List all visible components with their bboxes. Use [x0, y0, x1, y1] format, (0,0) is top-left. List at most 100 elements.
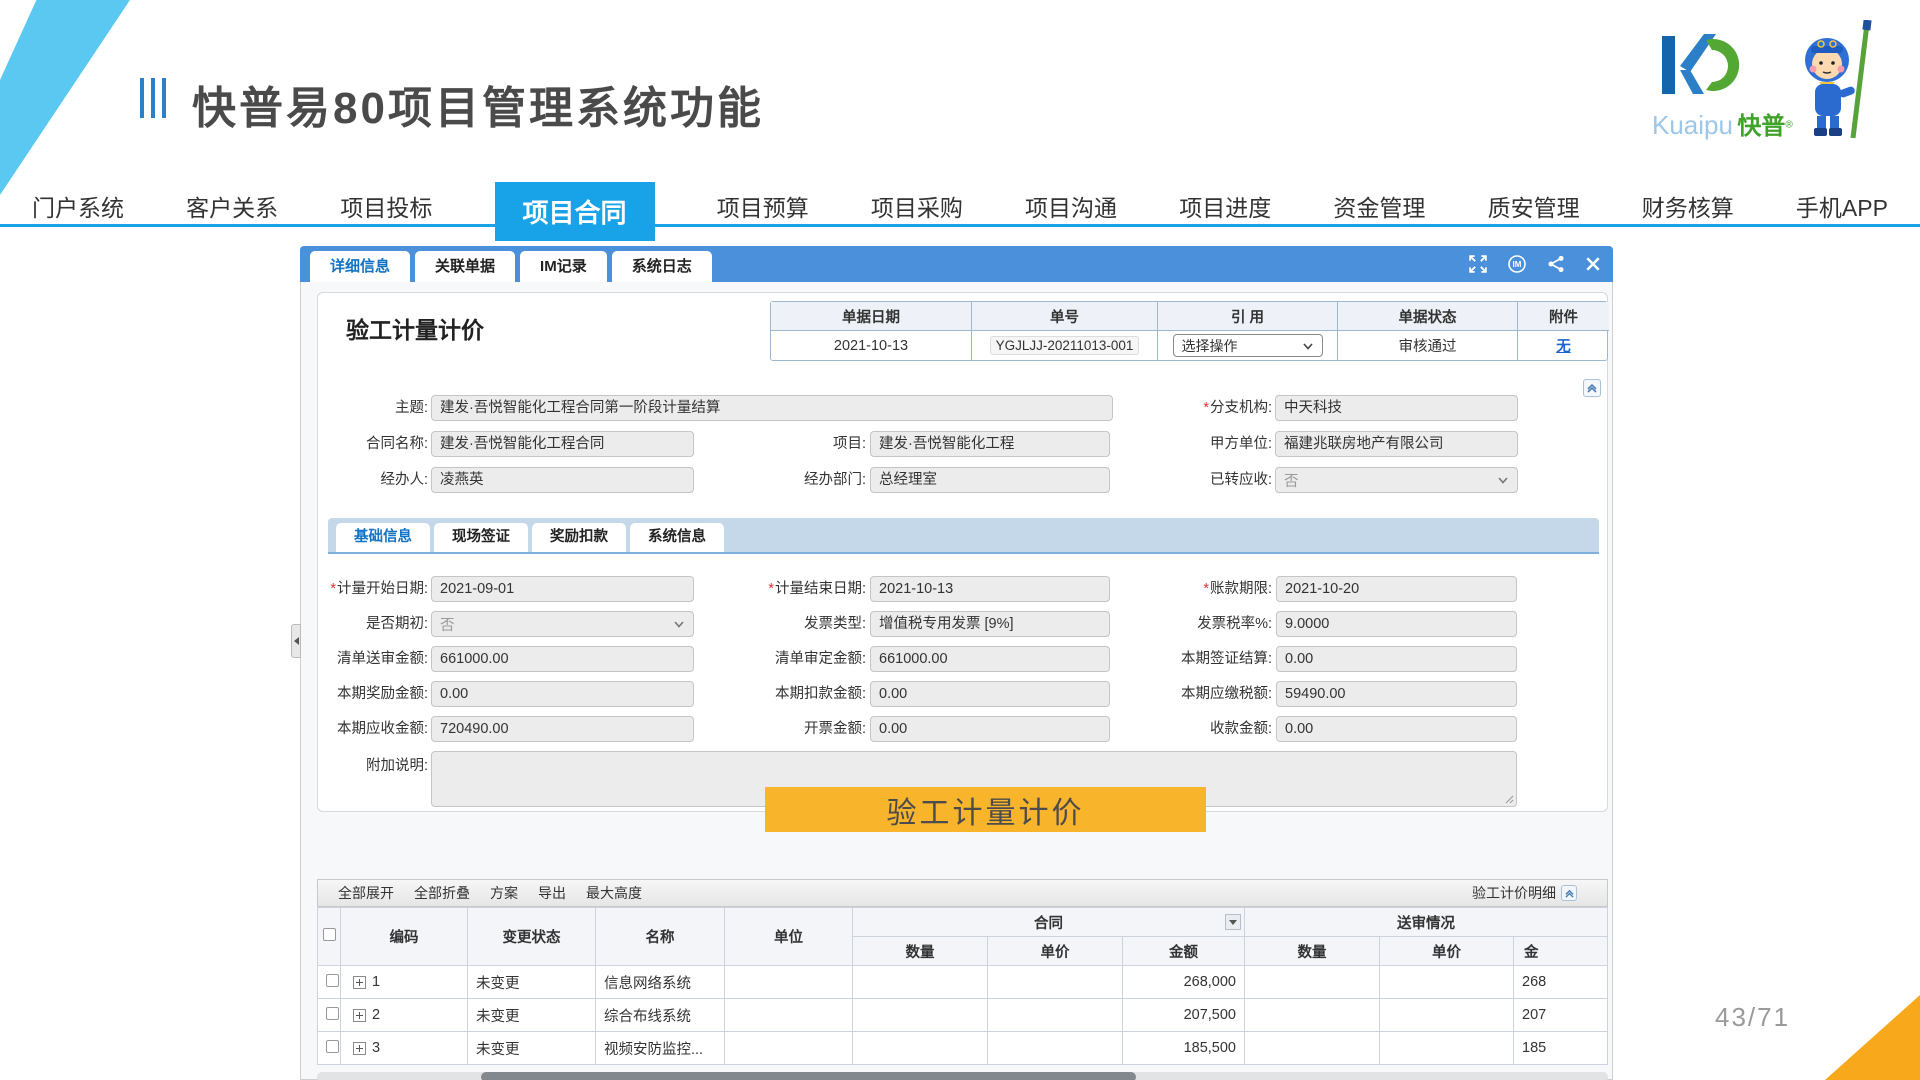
subtab-reward-deduction[interactable]: 奖励扣款 — [532, 523, 626, 552]
invoiced-amount-input[interactable]: 0.00 — [870, 716, 1110, 742]
initial-period-select[interactable]: 否 — [431, 611, 694, 637]
col-contract-qty: 数量 — [853, 937, 988, 966]
chevron-down-icon — [673, 618, 685, 630]
module-nav: 门户系统 客户关系 项目投标 项目合同 项目预算 项目采购 项目沟通 项目进度 … — [0, 184, 1920, 228]
nav-item-finance[interactable]: 财务核算 — [1642, 189, 1734, 223]
expand-row-icon[interactable] — [353, 976, 366, 989]
collapse-all-link[interactable]: 全部折叠 — [414, 883, 470, 903]
row-checkbox[interactable] — [326, 1040, 339, 1053]
table-row[interactable]: 2 未变更 综合布线系统 207,500 207 — [318, 999, 1608, 1032]
invoice-type-input[interactable]: 增值税专用发票 [9%] — [870, 611, 1110, 637]
scheme-link[interactable]: 方案 — [490, 883, 518, 903]
collapse-header-button[interactable] — [1583, 379, 1601, 397]
kuaipu-logo: Kuaipu 快普® — [1652, 20, 1882, 150]
approved-amount-label: 清单审定金额: — [726, 646, 866, 672]
export-link[interactable]: 导出 — [538, 883, 566, 903]
expand-all-link[interactable]: 全部展开 — [338, 883, 394, 903]
invoiced-amount-label: 开票金额: — [726, 716, 866, 742]
resize-grip-icon[interactable] — [1504, 794, 1514, 804]
nav-item-crm[interactable]: 客户关系 — [186, 189, 278, 223]
visa-settlement-input[interactable]: 0.00 — [1276, 646, 1517, 672]
subtab-basic-info[interactable]: 基础信息 — [336, 523, 430, 552]
col-code: 编码 — [341, 908, 468, 966]
nav-item-procurement[interactable]: 项目采购 — [871, 189, 963, 223]
expand-row-icon[interactable] — [353, 1042, 366, 1055]
sub-tab-bar: 基础信息 现场签证 奖励扣款 系统信息 — [328, 518, 1599, 554]
panel-collapse-handle[interactable] — [291, 624, 301, 658]
submitted-amount-input[interactable]: 661000.00 — [431, 646, 694, 672]
col-group-review: 送审情况 — [1245, 908, 1608, 937]
chevron-down-icon — [1302, 340, 1314, 352]
party-a-label: 甲方单位: — [1118, 431, 1272, 457]
row-checkbox[interactable] — [326, 974, 339, 987]
nav-item-bidding[interactable]: 项目投标 — [340, 189, 432, 223]
nav-item-contract[interactable]: 项目合同 — [495, 182, 655, 241]
max-height-link[interactable]: 最大高度 — [586, 883, 642, 903]
approved-amount-input[interactable]: 661000.00 — [870, 646, 1110, 672]
form-panel: 验工计量计价 单据日期 单号 引 用 单据状态 附件 2021-10-13 YG… — [317, 292, 1608, 812]
payment-term-input[interactable]: 2021-10-20 — [1276, 576, 1517, 602]
horizontal-scrollbar[interactable] — [317, 1072, 1608, 1080]
share-icon[interactable] — [1547, 255, 1565, 273]
slide-page: 快普易80项目管理系统功能 43/71 Kuaipu 快普® — [0, 0, 1920, 1080]
party-a-input[interactable]: 福建兆联房地产有限公司 — [1275, 431, 1518, 457]
svg-text:IM: IM — [1513, 260, 1522, 269]
handler-label: 经办人: — [318, 467, 428, 493]
col-review-amount: 金 — [1514, 937, 1608, 966]
received-amount-input[interactable]: 0.00 — [1276, 716, 1517, 742]
receivable-select[interactable]: 否 — [1275, 467, 1518, 493]
tab-related-docs[interactable]: 关联单据 — [415, 251, 515, 282]
receivable-amount-input[interactable]: 720490.00 — [431, 716, 694, 742]
tab-detail-info[interactable]: 详细信息 — [310, 251, 410, 282]
subject-input[interactable]: 建发·吾悦智能化工程合同第一阶段计量结算 — [431, 395, 1113, 421]
expand-icon[interactable] — [1469, 255, 1487, 273]
measure-start-input[interactable]: 2021-09-01 — [431, 576, 694, 602]
tax-rate-input[interactable]: 9.0000 — [1276, 611, 1517, 637]
window-tab-bar: 详细信息 关联单据 IM记录 系统日志 IM — [300, 246, 1613, 282]
close-icon[interactable] — [1585, 256, 1601, 272]
nav-item-progress[interactable]: 项目进度 — [1179, 189, 1271, 223]
measure-end-input[interactable]: 2021-10-13 — [870, 576, 1110, 602]
table-row[interactable]: 3 未变更 视频安防监控... 185,500 185 — [318, 1032, 1608, 1065]
tab-im-record[interactable]: IM记录 — [520, 251, 607, 282]
im-icon[interactable]: IM — [1507, 254, 1527, 274]
col-doc-status: 单据状态 — [1337, 302, 1517, 331]
subtab-system-info[interactable]: 系统信息 — [630, 523, 724, 552]
chevron-up-icon — [1565, 889, 1574, 898]
nav-item-quality[interactable]: 质安管理 — [1488, 189, 1580, 223]
scrollbar-thumb[interactable] — [481, 1072, 1136, 1080]
expand-row-icon[interactable] — [353, 1009, 366, 1022]
receivable-amount-label: 本期应收金额: — [318, 716, 428, 742]
row-checkbox[interactable] — [326, 1007, 339, 1020]
select-all-checkbox[interactable] — [323, 928, 336, 941]
reward-amount-input[interactable]: 0.00 — [431, 681, 694, 707]
nav-item-portal[interactable]: 门户系统 — [32, 189, 124, 223]
col-doc-number: 单号 — [971, 302, 1157, 331]
action-select[interactable]: 选择操作 — [1173, 334, 1323, 357]
column-menu-button[interactable] — [1225, 914, 1241, 930]
contract-name-input[interactable]: 建发·吾悦智能化工程合同 — [431, 431, 694, 457]
table-row[interactable]: 1 未变更 信息网络系统 268,000 268 — [318, 966, 1608, 999]
tax-payable-input[interactable]: 59490.00 — [1276, 681, 1517, 707]
collapse-detail-button[interactable] — [1561, 885, 1577, 901]
handler-dept-input[interactable]: 总经理室 — [870, 467, 1110, 493]
submitted-amount-label: 清单送审金额: — [318, 646, 428, 672]
slide-title: 快普易80项目管理系统功能 — [192, 72, 764, 136]
window-body: 验工计量计价 单据日期 单号 引 用 单据状态 附件 2021-10-13 YG… — [300, 282, 1613, 1080]
handler-input[interactable]: 凌燕英 — [431, 467, 694, 493]
tab-system-log[interactable]: 系统日志 — [612, 251, 712, 282]
branch-input[interactable]: 中天科技 — [1275, 395, 1518, 421]
deduction-amount-input[interactable]: 0.00 — [870, 681, 1110, 707]
nav-item-budget[interactable]: 项目预算 — [717, 189, 809, 223]
nav-item-mobile-app[interactable]: 手机APP — [1796, 189, 1888, 223]
mascot-monkey-icon — [1797, 20, 1882, 146]
detail-grid: 编码 变更状态 名称 单位 合同 送审情况 数量 单价 金额 数量 单价 金 — [317, 907, 1608, 1065]
attachment-link[interactable]: 无 — [1556, 335, 1571, 356]
project-input[interactable]: 建发·吾悦智能化工程 — [870, 431, 1110, 457]
subtab-site-visa[interactable]: 现场签证 — [434, 523, 528, 552]
col-contract-price: 单价 — [988, 937, 1123, 966]
nav-item-funds[interactable]: 资金管理 — [1333, 189, 1425, 223]
chevron-up-icon — [1587, 383, 1597, 393]
nav-item-communication[interactable]: 项目沟通 — [1025, 189, 1117, 223]
deduction-amount-label: 本期扣款金额: — [726, 681, 866, 707]
